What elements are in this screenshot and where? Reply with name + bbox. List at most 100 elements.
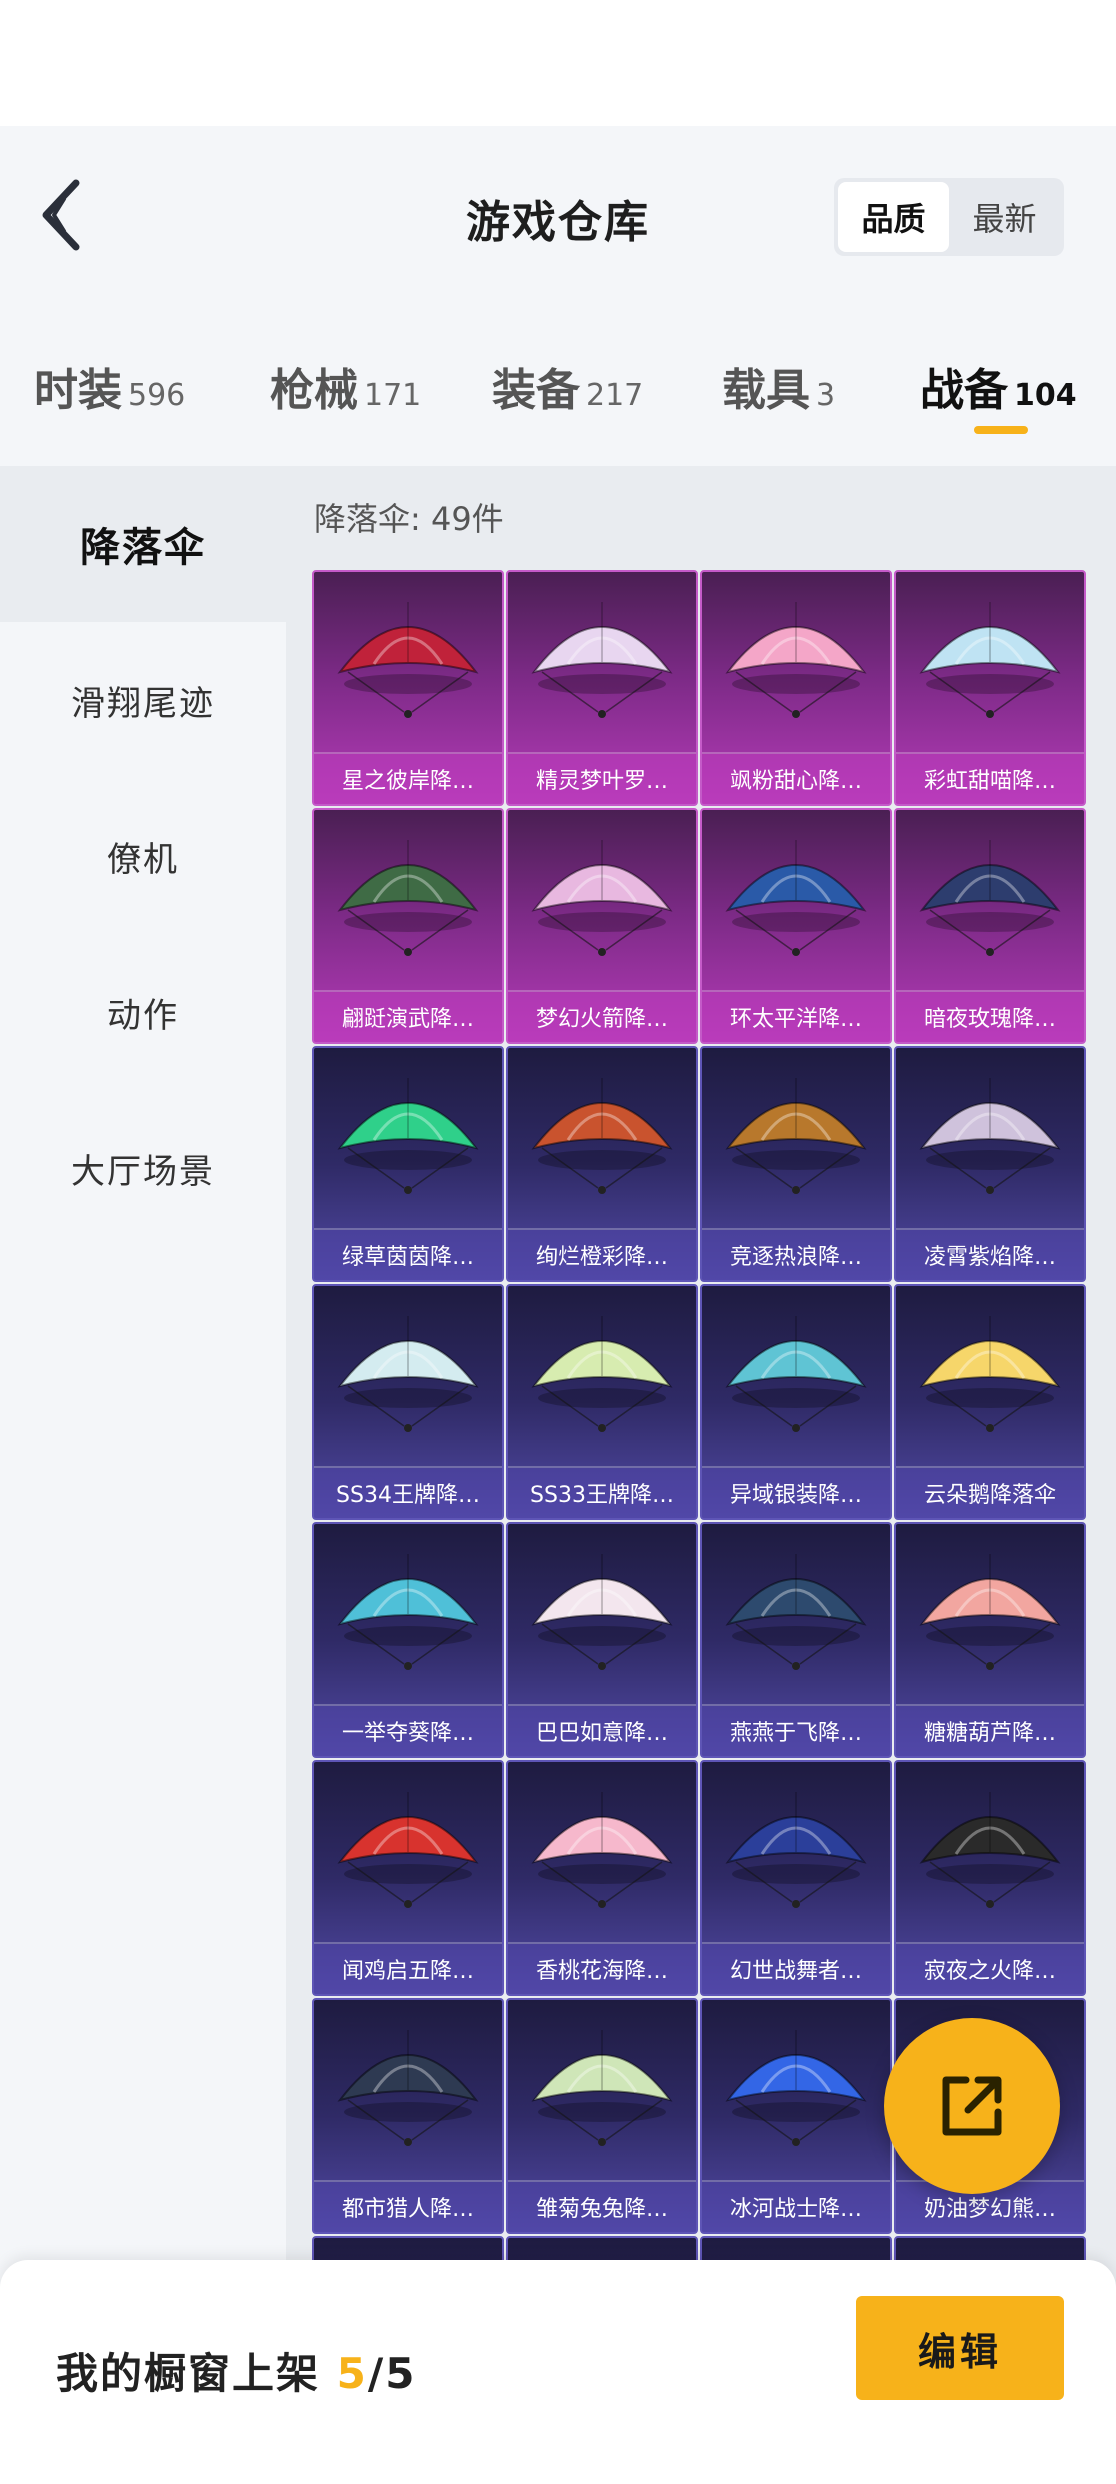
item-card[interactable]: 燕燕于飞降… xyxy=(700,1522,892,1758)
sidebar-item-parachute[interactable]: 降落伞 xyxy=(0,466,286,622)
item-card[interactable]: 彩虹甜喵降… xyxy=(894,570,1086,806)
active-tab-indicator xyxy=(974,426,1028,434)
showcase-current: 5 xyxy=(336,2349,368,2398)
item-card[interactable]: 竞逐热浪降… xyxy=(700,1046,892,1282)
tab-label: 枪械 xyxy=(270,365,358,416)
sort-toggle: 品质 最新 xyxy=(834,178,1064,256)
parachute-icon xyxy=(919,602,1061,718)
item-card[interactable]: 雏菊兔兔降… xyxy=(506,1998,698,2234)
item-name: 雏菊兔兔降… xyxy=(508,2182,696,2232)
parachute-icon xyxy=(337,1078,479,1194)
item-name: 幻世战舞者… xyxy=(702,1944,890,1994)
item-card-partial xyxy=(506,2236,698,2260)
item-card-partial xyxy=(312,2236,504,2260)
item-name: 凌霄紫焰降… xyxy=(896,1230,1084,1280)
item-card[interactable]: 暗夜玫瑰降… xyxy=(894,808,1086,1044)
item-name: SS34王牌降… xyxy=(314,1468,502,1518)
item-card-partial xyxy=(894,2236,1086,2260)
item-card[interactable]: 云朵鹅降落伞 xyxy=(894,1284,1086,1520)
item-card[interactable]: 巴巴如意降… xyxy=(506,1522,698,1758)
parachute-icon xyxy=(725,1316,867,1432)
showcase-label: 我的橱窗上架 xyxy=(56,2349,321,2398)
item-name: 闻鸡启五降… xyxy=(314,1944,502,1994)
item-name: 一举夺葵降… xyxy=(314,1706,502,1756)
parachute-icon xyxy=(337,2030,479,2146)
parachute-icon xyxy=(919,1554,1061,1670)
item-card[interactable]: 翩跹演武降… xyxy=(312,808,504,1044)
tab-fashion[interactable]: 时装 596 xyxy=(34,354,185,418)
item-card[interactable]: 凌霄紫焰降… xyxy=(894,1046,1086,1282)
item-card[interactable]: 飒粉甜心降… xyxy=(700,570,892,806)
item-name: 梦幻火箭降… xyxy=(508,992,696,1042)
item-card[interactable]: 绚烂橙彩降… xyxy=(506,1046,698,1282)
item-card[interactable]: 幻世战舞者… xyxy=(700,1760,892,1996)
parachute-icon xyxy=(337,1792,479,1908)
parachute-icon xyxy=(531,602,673,718)
external-link-icon xyxy=(942,2076,1002,2136)
item-name: 星之彼岸降… xyxy=(314,754,502,804)
showcase-total: /5 xyxy=(367,2349,417,2398)
item-card[interactable]: 星之彼岸降… xyxy=(312,570,504,806)
showcase-status: 我的橱窗上架 5/5 xyxy=(56,2340,416,2401)
item-card[interactable]: 异域银装降… xyxy=(700,1284,892,1520)
tab-count: 596 xyxy=(128,378,186,413)
tab-label: 战备 xyxy=(920,365,1008,416)
item-card[interactable]: 都市猎人降… xyxy=(312,1998,504,2234)
tab-weapons[interactable]: 枪械 171 xyxy=(270,354,421,418)
tab-count: 171 xyxy=(364,378,422,413)
sidebar-item-glide-trail[interactable]: 滑翔尾迹 xyxy=(0,622,286,778)
sidebar-item-emote[interactable]: 动作 xyxy=(0,934,286,1090)
tab-count: 3 xyxy=(816,378,836,413)
share-button[interactable] xyxy=(884,2018,1060,2194)
item-name: 巴巴如意降… xyxy=(508,1706,696,1756)
item-name: 糖糖葫芦降… xyxy=(896,1706,1084,1756)
tab-label: 时装 xyxy=(34,365,122,416)
item-name: 燕燕于飞降… xyxy=(702,1706,890,1756)
parachute-icon xyxy=(337,1554,479,1670)
tab-count: 217 xyxy=(586,378,644,413)
item-card[interactable]: 闻鸡启五降… xyxy=(312,1760,504,1996)
item-name: 彩虹甜喵降… xyxy=(896,754,1084,804)
tab-vehicles[interactable]: 载具 3 xyxy=(722,354,835,418)
tab-label: 装备 xyxy=(492,365,580,416)
sort-by-latest[interactable]: 最新 xyxy=(949,182,1060,252)
item-count-label: 降落伞: 49件 xyxy=(314,500,504,538)
parachute-icon xyxy=(531,1316,673,1432)
item-card[interactable]: 一举夺葵降… xyxy=(312,1522,504,1758)
edit-button[interactable]: 编辑 xyxy=(856,2296,1064,2400)
sort-by-quality[interactable]: 品质 xyxy=(838,182,949,252)
item-card[interactable]: 寂夜之火降… xyxy=(894,1760,1086,1996)
item-name: 暗夜玫瑰降… xyxy=(896,992,1084,1042)
parachute-icon xyxy=(531,2030,673,2146)
parachute-icon xyxy=(725,1078,867,1194)
tab-gear[interactable]: 战备 104 xyxy=(920,354,1077,418)
sidebar: 降落伞 滑翔尾迹 僚机 动作 大厅场景 xyxy=(0,466,286,2484)
tab-equipment[interactable]: 装备 217 xyxy=(492,354,643,418)
item-name: 寂夜之火降… xyxy=(896,1944,1084,1994)
sidebar-item-wingman[interactable]: 僚机 xyxy=(0,778,286,934)
item-name: 都市猎人降… xyxy=(314,2182,502,2232)
item-card[interactable]: 香桃花海降… xyxy=(506,1760,698,1996)
parachute-icon xyxy=(919,1316,1061,1432)
item-name: 竞逐热浪降… xyxy=(702,1230,890,1280)
tab-count: 104 xyxy=(1014,378,1077,413)
item-name: SS33王牌降… xyxy=(508,1468,696,1518)
parachute-icon xyxy=(531,1554,673,1670)
item-card[interactable]: 环太平洋降… xyxy=(700,808,892,1044)
item-card[interactable]: 冰河战士降… xyxy=(700,1998,892,2234)
item-name: 飒粉甜心降… xyxy=(702,754,890,804)
parachute-icon xyxy=(337,602,479,718)
item-name: 翩跹演武降… xyxy=(314,992,502,1042)
item-card[interactable]: SS33王牌降… xyxy=(506,1284,698,1520)
item-name: 云朵鹅降落伞 xyxy=(896,1468,1084,1518)
item-card[interactable]: 梦幻火箭降… xyxy=(506,808,698,1044)
parachute-icon xyxy=(725,602,867,718)
item-card[interactable]: 精灵梦叶罗… xyxy=(506,570,698,806)
sidebar-item-lobby-scene[interactable]: 大厅场景 xyxy=(0,1090,286,1246)
item-card[interactable]: 绿草茵茵降… xyxy=(312,1046,504,1282)
parachute-icon xyxy=(337,840,479,956)
parachute-icon xyxy=(531,1792,673,1908)
item-card[interactable]: SS34王牌降… xyxy=(312,1284,504,1520)
parachute-icon xyxy=(725,840,867,956)
item-card[interactable]: 糖糖葫芦降… xyxy=(894,1522,1086,1758)
